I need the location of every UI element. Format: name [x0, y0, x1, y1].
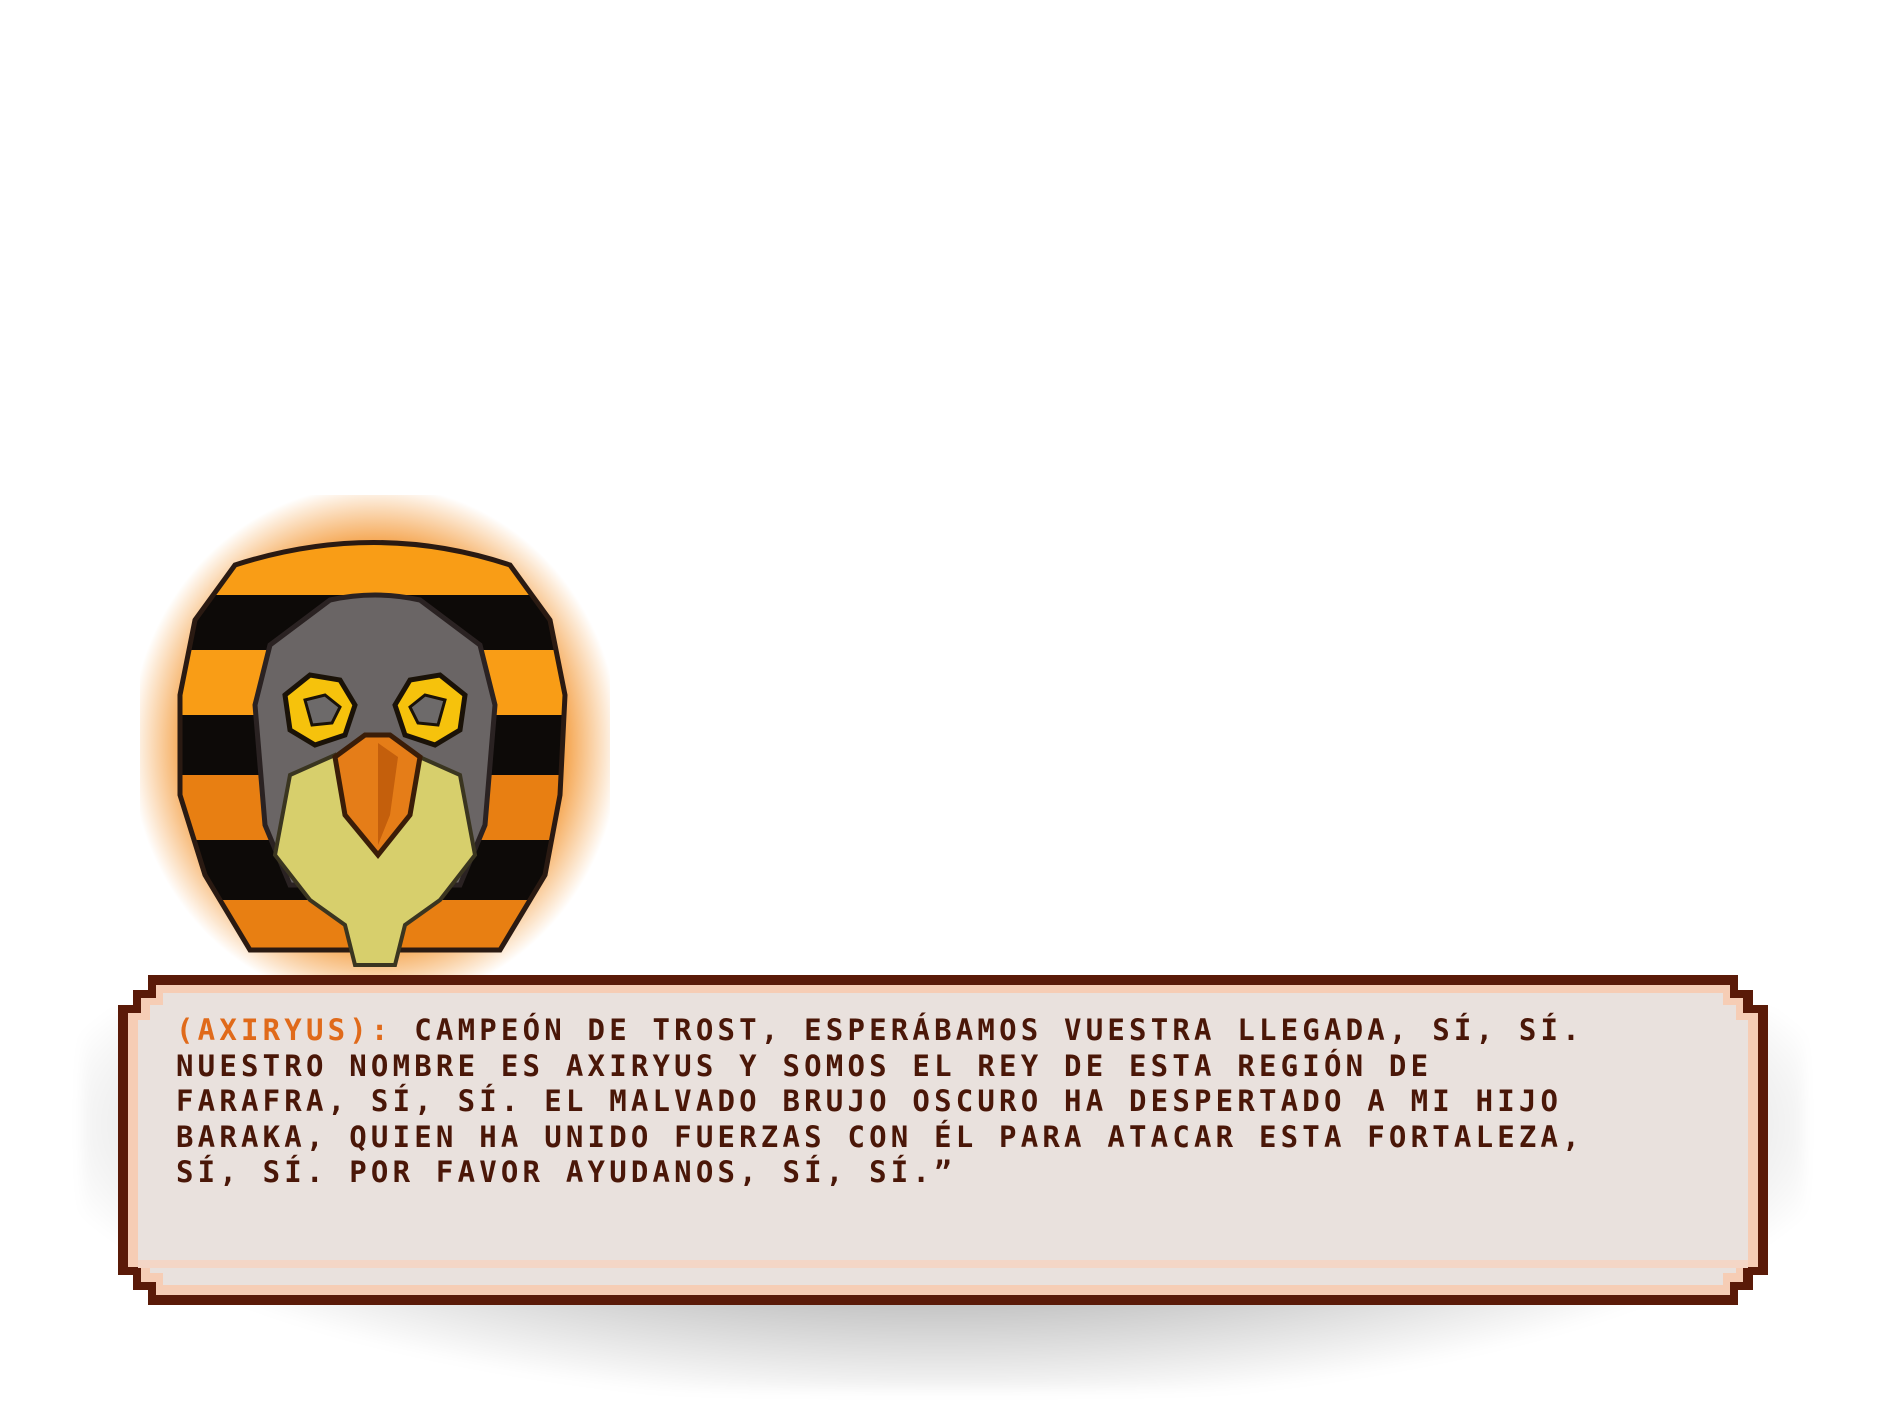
dialog-line-2: NUESTRO NOMBRE ES AXIRYUS Y SOMOS EL REY… — [176, 1048, 1433, 1083]
dialog-line-5: SÍ, SÍ. POR FAVOR AYUDANOS, SÍ, SÍ.” — [176, 1155, 956, 1189]
game-scene: (AXIRYUS): CAMPEÓN DE TROST, ESPERÁBAMOS… — [0, 0, 1890, 1417]
speaker-name: (AXIRYUS): — [176, 1013, 393, 1047]
dialog-line-1: CAMPEÓN DE TROST, ESPERÁBAMOS VUESTRA LL… — [392, 1013, 1584, 1047]
character-portrait — [140, 495, 610, 995]
bird-mask-portrait-icon — [140, 495, 610, 995]
dialog-line-3: FARAFRA, SÍ, SÍ. EL MALVADO BRUJO OSCURO… — [176, 1084, 1563, 1118]
dialog-line-4: BARAKA, QUIEN HA UNIDO FUERZAS CON ÉL PA… — [176, 1119, 1584, 1154]
dialog-text: (AXIRYUS): CAMPEÓN DE TROST, ESPERÁBAMOS… — [176, 1013, 1756, 1191]
